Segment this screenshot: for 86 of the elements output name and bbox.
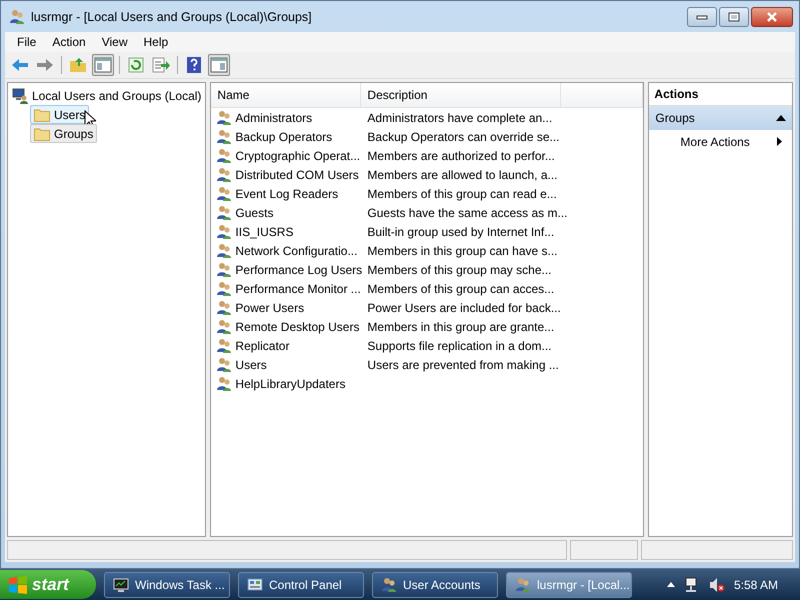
group-name[interactable]: IIS_IUSRS xyxy=(235,224,294,238)
group-description: Members in this group are grante... xyxy=(366,320,554,334)
group-name[interactable]: Cryptographic Operat... xyxy=(235,148,360,162)
window-title: lusrmgr - [Local Users and Groups (Local)\Groups] xyxy=(31,10,312,24)
collapse-caret-icon[interactable] xyxy=(776,115,786,121)
clock[interactable]: 5:58 AM xyxy=(734,578,778,592)
maximize-button[interactable] xyxy=(719,6,749,26)
computer-users-icon xyxy=(12,88,28,104)
minimize-button[interactable] xyxy=(687,6,717,26)
group-name[interactable]: Performance Log Users xyxy=(235,262,362,276)
group-name[interactable]: Users xyxy=(235,358,267,372)
control-panel-icon xyxy=(247,576,263,592)
column-header[interactable]: Name xyxy=(211,83,362,107)
taskbar-button[interactable]: User Accounts xyxy=(372,572,498,598)
users-icon xyxy=(381,576,397,592)
folder-icon xyxy=(34,126,50,140)
folder-up-icon[interactable] xyxy=(69,57,87,73)
tree-item[interactable]: Groups xyxy=(30,124,98,143)
group-name[interactable]: Network Configuratio... xyxy=(235,244,358,258)
group-description: Built-in group used by Internet Inf... xyxy=(366,224,554,238)
console-icon xyxy=(515,576,531,592)
export-list-icon[interactable] xyxy=(152,57,170,73)
pane-toggle-icon[interactable] xyxy=(210,57,228,73)
group-name[interactable]: Power Users xyxy=(235,300,304,314)
group-icon xyxy=(216,186,232,202)
group-description: Supports file replication in a dom... xyxy=(366,338,552,352)
folder-icon xyxy=(34,108,50,122)
group-icon xyxy=(216,242,232,258)
group-icon xyxy=(216,300,232,316)
close-icon xyxy=(766,12,778,22)
actions-section-header[interactable]: Groups xyxy=(649,106,792,130)
group-icon xyxy=(216,110,232,126)
menu-item[interactable]: View xyxy=(94,35,136,49)
close-button[interactable] xyxy=(751,6,793,26)
group-name[interactable]: Backup Operators xyxy=(235,130,332,144)
group-description: Administrators have complete an... xyxy=(366,110,552,124)
back-arrow-icon[interactable] xyxy=(11,58,29,72)
group-name[interactable]: Administrators xyxy=(235,110,312,124)
column-header[interactable]: Description xyxy=(361,83,562,107)
group-name[interactable]: Replicator xyxy=(235,338,290,352)
group-description: Backup Operators can override se... xyxy=(366,130,560,144)
muted-speaker-icon[interactable] xyxy=(708,576,725,592)
group-description: Members of this group may sche... xyxy=(366,262,552,276)
taskbar-button[interactable]: Windows Task ... xyxy=(104,572,230,598)
group-name[interactable]: HelpLibraryUpdaters xyxy=(235,376,346,390)
show-hidden-icons-icon[interactable] xyxy=(666,582,675,587)
group-name[interactable]: Guests xyxy=(235,206,274,220)
group-icon xyxy=(216,148,232,164)
app-icon xyxy=(9,8,25,24)
group-icon xyxy=(216,356,232,372)
group-icon xyxy=(216,262,232,278)
group-description: Users are prevented from making ... xyxy=(366,358,559,372)
refresh-icon[interactable] xyxy=(128,57,144,73)
submenu-arrow-icon xyxy=(777,137,782,146)
minimize-icon xyxy=(696,14,708,20)
group-description: Guests have the same access as m... xyxy=(366,206,568,220)
pane-toggle-icon[interactable] xyxy=(94,57,112,73)
group-description: Members are allowed to launch, a... xyxy=(366,168,558,182)
group-icon xyxy=(216,224,232,240)
group-description: Power Users are included for back... xyxy=(366,300,561,314)
group-name[interactable]: Event Log Readers xyxy=(235,186,338,200)
group-name[interactable]: Distributed COM Users xyxy=(235,168,359,182)
tree-root[interactable]: Local Users and Groups (Local) xyxy=(32,89,202,103)
group-icon xyxy=(216,280,232,296)
group-icon xyxy=(216,166,232,182)
forward-arrow-icon[interactable] xyxy=(36,58,54,72)
windows-logo-icon xyxy=(8,576,28,594)
group-description: Members in this group can have s... xyxy=(366,244,558,258)
menu-item[interactable]: File xyxy=(9,35,44,49)
menu-item[interactable]: Help xyxy=(136,35,176,49)
monitor-icon xyxy=(113,576,129,592)
group-icon xyxy=(216,128,232,144)
taskbar-button[interactable]: Control Panel xyxy=(238,572,364,598)
maximize-icon xyxy=(728,12,740,22)
group-description: Members of this group can read e... xyxy=(366,186,557,200)
group-icon xyxy=(216,338,232,354)
group-description: Members are authorized to perfor... xyxy=(366,148,555,162)
menu-item[interactable]: Action xyxy=(44,35,94,49)
group-name[interactable]: Performance Monitor ... xyxy=(235,282,361,296)
help-icon[interactable] xyxy=(186,56,202,74)
group-icon xyxy=(216,376,232,392)
group-icon xyxy=(216,318,232,334)
group-icon xyxy=(216,204,232,220)
group-description: Members of this group can acces... xyxy=(366,282,554,296)
action-item[interactable]: More Actions xyxy=(649,130,792,153)
group-name[interactable]: Remote Desktop Users xyxy=(235,320,360,334)
